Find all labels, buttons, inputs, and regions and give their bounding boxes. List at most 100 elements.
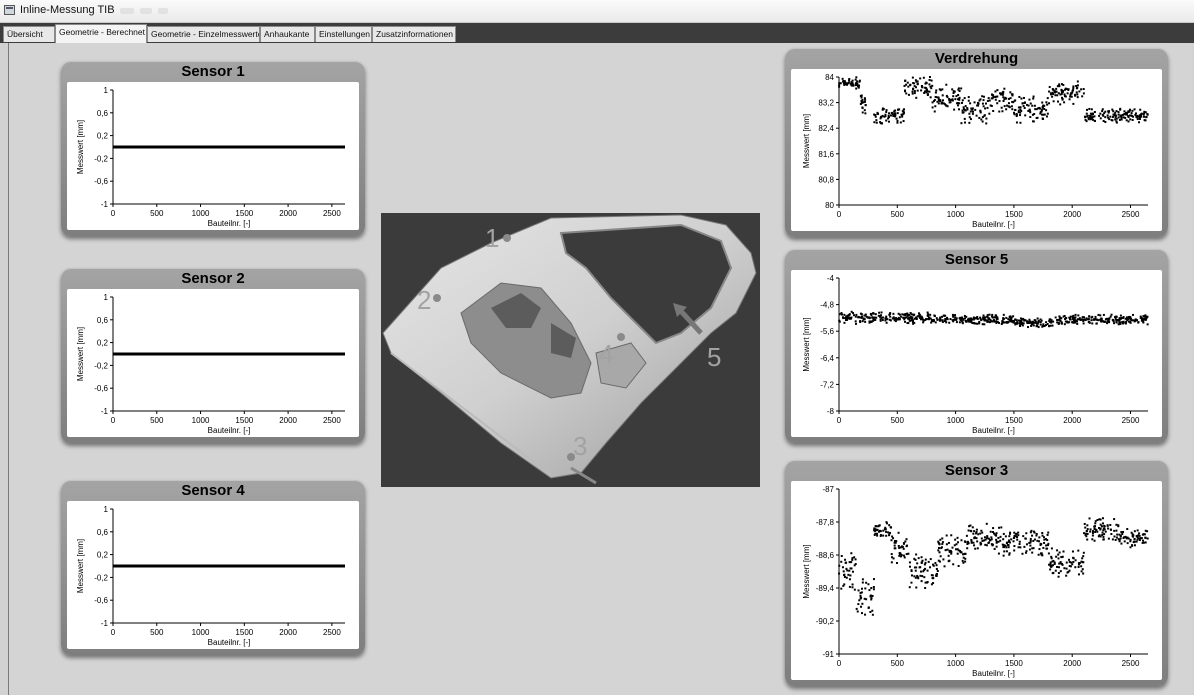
data-point	[848, 578, 851, 581]
data-point	[968, 525, 971, 528]
data-point	[1019, 114, 1022, 117]
data-point	[1011, 100, 1014, 103]
sensor2-chart: 1 0,6 0,2 -0,2 -0,6 -10 500 1000 1500 2000 2500 Bau…	[76, 293, 345, 435]
data-point	[872, 312, 875, 315]
data-point	[1110, 313, 1113, 316]
data-point	[1142, 315, 1145, 318]
data-point	[1082, 551, 1085, 554]
data-point	[899, 121, 902, 124]
data-point	[1071, 91, 1074, 94]
data-point	[851, 557, 854, 560]
data-point	[1094, 520, 1097, 523]
data-point	[1064, 318, 1067, 321]
data-point	[1043, 113, 1046, 116]
x-tick-label: 2500	[1122, 659, 1140, 668]
data-point	[851, 79, 854, 82]
data-point	[1033, 531, 1036, 534]
data-point	[969, 102, 972, 105]
data-point	[887, 117, 890, 120]
data-point	[928, 316, 931, 319]
quick-access-icon[interactable]	[140, 8, 152, 14]
tab-geometrie-einzelmesswerte[interactable]: Geometrie - Einzelmesswerte	[147, 26, 260, 42]
data-point	[918, 566, 921, 569]
data-point	[861, 320, 864, 323]
data-point	[844, 81, 847, 84]
data-point	[1052, 100, 1055, 103]
data-point	[1104, 110, 1107, 113]
data-point	[1102, 522, 1105, 525]
data-point	[861, 106, 864, 109]
data-point	[1045, 321, 1048, 324]
y-tick-label: -4,8	[820, 301, 834, 310]
data-point	[1055, 555, 1058, 558]
data-point	[1003, 321, 1006, 324]
data-point	[1088, 315, 1091, 318]
data-point	[1035, 117, 1038, 120]
x-tick-label: 2000	[279, 209, 297, 218]
tab-zusatzinformationen[interactable]: Zusatzinformationen	[372, 26, 456, 42]
data-point	[1093, 110, 1096, 113]
data-point	[937, 559, 940, 562]
data-point	[863, 597, 866, 600]
data-point	[857, 589, 860, 592]
x-tick-label: 2000	[279, 628, 297, 637]
sensor2-panel: Sensor 2 1 0,6 0,2 -0,2 -0,6 -1 0 500 1000 1500 20…	[61, 268, 365, 443]
data-point	[850, 567, 853, 570]
data-point	[976, 547, 979, 550]
tab-geometrie-berechnet[interactable]: Geometrie - Berechnet	[55, 24, 147, 43]
data-point	[968, 121, 971, 124]
data-point	[876, 112, 879, 115]
data-point	[881, 319, 884, 322]
data-point	[1086, 528, 1089, 531]
data-point	[901, 113, 904, 116]
tab-uebersicht[interactable]: Übersicht	[3, 26, 55, 42]
data-point	[1123, 540, 1126, 543]
data-point	[902, 111, 905, 114]
data-point	[1047, 531, 1050, 534]
data-point	[1091, 530, 1094, 533]
data-point	[987, 97, 990, 100]
quick-access-icon[interactable]	[120, 8, 134, 14]
data-point	[963, 552, 966, 555]
data-point	[1129, 108, 1132, 111]
data-point	[1020, 97, 1023, 100]
data-point	[1125, 537, 1128, 540]
data-point	[898, 116, 901, 119]
quick-access-icon[interactable]	[158, 8, 168, 14]
y-tick-label: 1	[104, 86, 109, 95]
data-point	[1138, 121, 1141, 124]
data-point	[902, 542, 905, 545]
y-axis-label: Messwert [mm]	[76, 539, 85, 593]
y-tick-label: -1	[101, 619, 109, 628]
data-point	[1002, 92, 1005, 95]
data-point	[879, 530, 882, 533]
chart-area: 1 0,6 0,2 -0,2 -0,6 -1 0 500 1000 1500 2000 2500 Bau…	[67, 289, 359, 437]
data-point	[975, 316, 978, 319]
data-point	[1127, 537, 1130, 540]
data-point	[962, 556, 965, 559]
y-axis-label: Messwert [mm]	[802, 114, 811, 168]
data-point	[922, 76, 925, 79]
data-point	[980, 319, 983, 322]
data-point	[1058, 551, 1061, 554]
data-point	[961, 109, 964, 112]
data-point	[1080, 318, 1083, 321]
data-point	[1051, 95, 1054, 98]
data-point	[1099, 527, 1102, 530]
data-point	[1115, 120, 1118, 123]
data-point	[1021, 552, 1024, 555]
data-point	[985, 102, 988, 105]
data-point	[1019, 121, 1022, 124]
data-point	[955, 317, 958, 320]
y-axis-label: Messwert [mm]	[76, 120, 85, 174]
sensor-label-1: 1	[485, 223, 499, 253]
tab-einstellungen[interactable]: Einstellungen	[315, 26, 372, 42]
x-tick-label: 1500	[235, 628, 253, 637]
tab-anhaukante[interactable]: Anhaukante	[260, 26, 315, 42]
data-point	[930, 574, 933, 577]
data-point	[1037, 553, 1040, 556]
data-point	[1085, 535, 1088, 538]
data-point	[1089, 528, 1092, 531]
data-point	[1018, 322, 1021, 325]
data-point	[871, 609, 874, 612]
